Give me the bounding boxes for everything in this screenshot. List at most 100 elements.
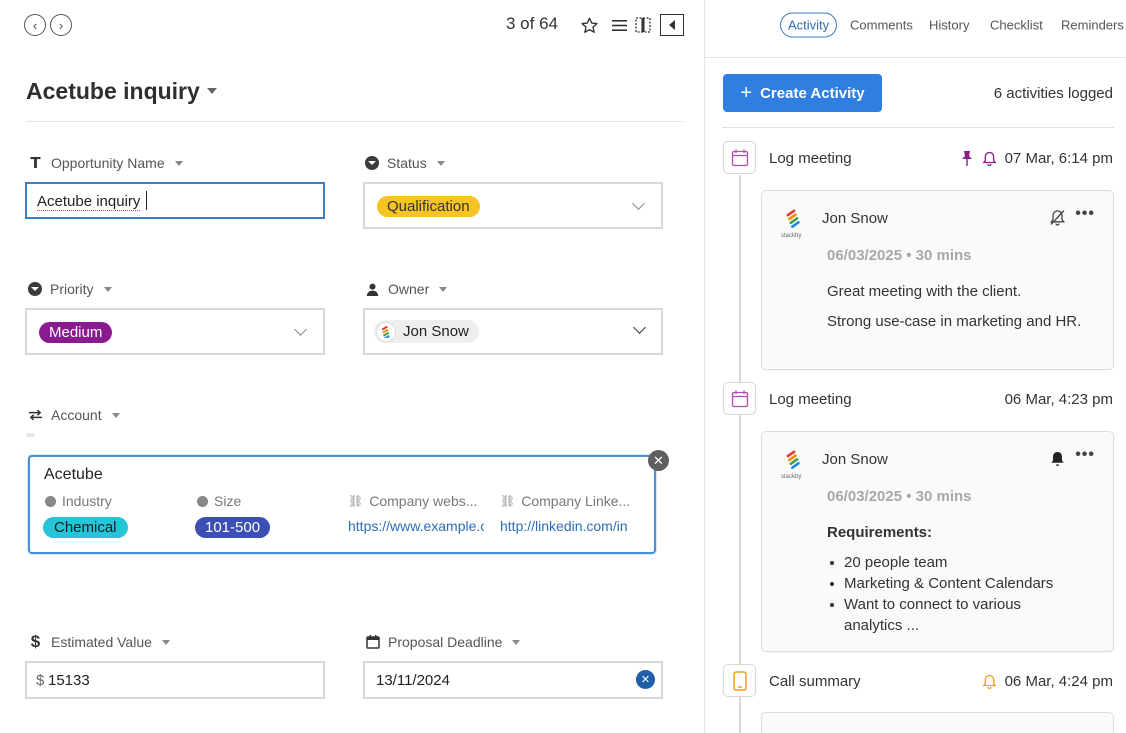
columns-icon[interactable] [632,14,654,36]
link-icon: ⛓ [348,494,364,508]
bell-icon[interactable] [982,151,997,166]
company-linkedin-label: ⛓ Company Linke... [500,493,631,509]
activity-card[interactable]: stackby Jon Snow ••• 06/03/2025 • 30 min… [761,190,1114,370]
activity-body: Great meeting with the client. Strong us… [827,283,1082,330]
timeline-line [739,175,741,733]
activity-author: Jon Snow [822,451,888,468]
pin-icon[interactable] [960,151,974,166]
activity-card[interactable]: stackby Jon Snow ••• 06/03/2025 • 30 min… [761,431,1114,652]
account-linked-card[interactable]: Acetube Industry Chemical Size 101-500 ⛓… [28,455,656,554]
company-website-link[interactable]: https://www.example.com [348,518,484,534]
svg-text:stackby: stackby [781,474,801,480]
title-dropdown-icon[interactable] [207,88,217,94]
activity-meta: 06/03/2025 • 30 mins [827,488,972,505]
owner-chip[interactable]: Jon Snow [374,320,479,343]
back-button[interactable]: ‹ [24,14,46,36]
size-label: Size [197,493,241,509]
tab-checklist[interactable]: Checklist [990,18,1043,33]
calendar-icon [365,635,380,650]
proposal-deadline-input[interactable]: 13/11/2024 ✕ [363,661,663,699]
timeline-node [723,141,756,174]
activity-title: Log meeting [769,150,852,167]
chevron-down-icon [294,323,307,336]
activities-count: 6 activities logged [993,85,1113,102]
back-icon: ‹ [32,17,38,33]
priority-badge: Medium [39,322,113,343]
activity-time: 06 Mar, 4:24 pm [982,673,1113,690]
status-badge: Qualification [377,196,480,217]
activity-title: Call summary [769,673,861,690]
estimated-value-label[interactable]: $ Estimated Value [28,632,170,651]
avatar [376,321,396,342]
calendar-icon [731,390,748,407]
priority-select[interactable]: Medium [25,308,325,355]
activity-title: Log meeting [769,391,852,408]
activity-body: Requirements: 20 people team Marketing &… [827,522,1097,636]
user-icon [365,282,380,297]
more-icon[interactable]: ••• [1075,206,1095,222]
bell-off-icon[interactable] [1049,209,1066,231]
activity-time: 07 Mar, 6:14 pm [960,150,1113,167]
stackby-logo: stackby [778,209,810,239]
calendar-icon [731,149,748,166]
status-label[interactable]: Status [365,155,445,171]
star-icon[interactable] [578,14,600,36]
tabs-divider [705,57,1126,58]
remove-account-button[interactable]: ✕ [648,450,669,471]
create-activity-button[interactable]: + Create Activity [723,74,882,112]
activity-author: Jon Snow [822,210,888,227]
svg-text:stackby: stackby [781,233,801,239]
company-linkedin-link[interactable]: http://linkedin.com/in [500,518,635,534]
record-counter: 3 of 64 [506,14,558,33]
tab-activity[interactable]: Activity [780,12,838,38]
tab-history[interactable]: History [929,18,969,33]
chevron-down-icon [161,639,170,645]
currency-icon: $ [30,632,41,651]
bell-icon[interactable] [982,674,997,689]
activity-meta: 06/03/2025 • 30 mins [827,247,972,264]
account-name: Acetube [44,466,103,483]
opportunity-name-label[interactable]: T Opportunity Name [28,154,183,172]
list-item: Marketing & Content Calendars [827,573,1097,594]
forward-button[interactable]: › [50,14,72,36]
priority-label[interactable]: Priority [28,281,112,297]
industry-badge: Chemical [43,517,128,538]
plus-icon: + [740,82,753,104]
bell-icon[interactable] [1049,450,1066,472]
proposal-deadline-label[interactable]: Proposal Deadline [365,634,521,650]
owner-label[interactable]: Owner [365,281,448,297]
list-item: Want to connect to various analytics ... [827,594,1057,636]
collapse-panel-icon[interactable] [660,14,684,36]
phone-icon [732,670,747,691]
chevron-down-icon [103,286,112,292]
estimated-value-input[interactable]: $ 15133 [25,661,325,699]
account-add-handle[interactable] [26,433,35,437]
tab-reminders[interactable]: Reminders [1061,18,1124,33]
currency-symbol: $ [36,672,45,689]
chevron-down-icon [439,286,448,292]
company-website-label: ⛓ Company webs... [348,493,478,509]
tab-comments[interactable]: Comments [850,18,913,33]
text-type-icon: T [30,154,41,172]
single-select-icon [365,156,379,170]
status-select[interactable]: Qualification [363,182,663,229]
pane-divider [704,0,705,733]
record-title[interactable]: Acetube inquiry [26,78,200,105]
list-item: 20 people team [827,552,1097,573]
account-label[interactable]: Account [28,407,120,423]
link-record-icon [28,408,43,423]
activity-card[interactable] [761,712,1114,733]
more-icon[interactable]: ••• [1075,447,1095,463]
link-icon: ⛓ [500,494,516,508]
chevron-down-icon [632,197,645,210]
size-badge: 101-500 [195,517,271,538]
chevron-down-icon [512,639,521,645]
opportunity-name-input[interactable]: Acetube inquiry [25,182,325,219]
activity-time: 06 Mar, 4:23 pm [1004,391,1113,408]
clear-date-button[interactable]: ✕ [636,670,655,689]
list-icon[interactable] [610,14,628,36]
chevron-down-icon [174,160,183,166]
activity-divider [722,127,1114,128]
title-divider [26,121,683,122]
stackby-logo: stackby [778,450,810,480]
